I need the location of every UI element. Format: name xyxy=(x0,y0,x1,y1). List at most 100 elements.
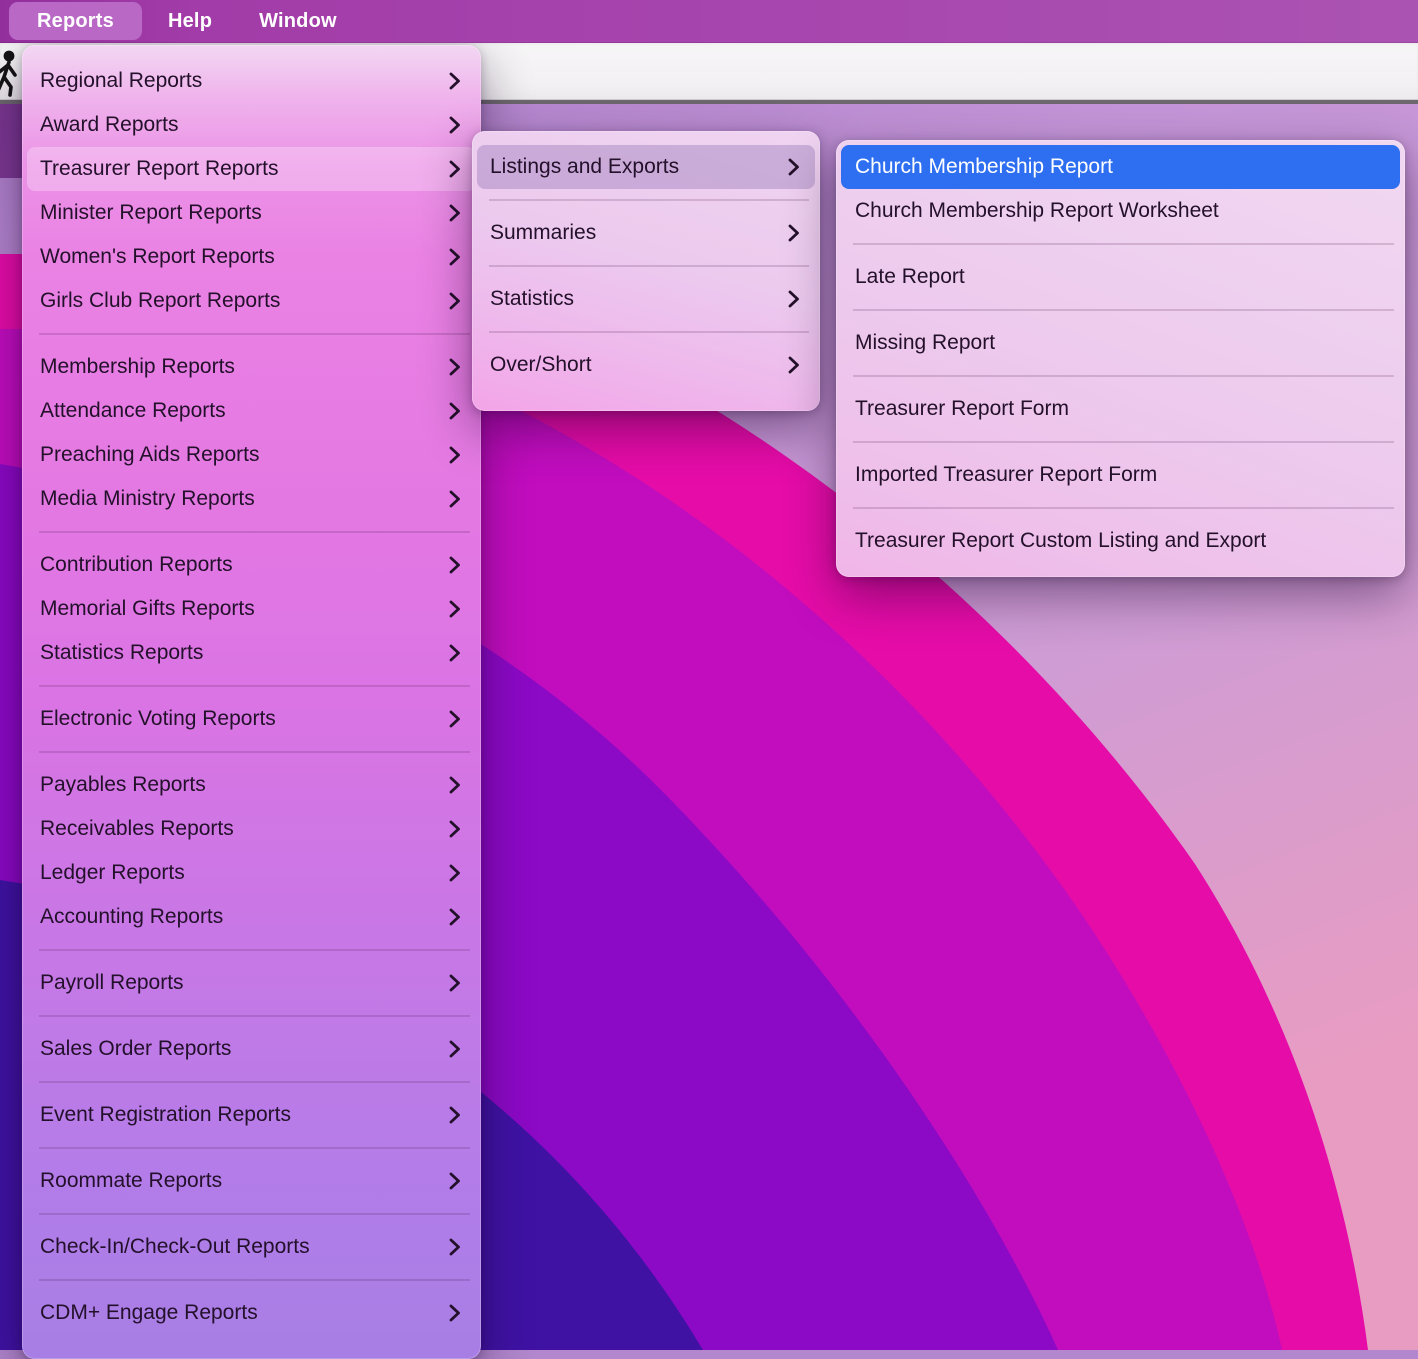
submenu-chevron-icon xyxy=(448,202,461,224)
menu-item-electronic-voting-reports[interactable]: Electronic Voting Reports xyxy=(27,697,476,741)
menu-item-media-ministry-reports[interactable]: Media Ministry Reports xyxy=(27,477,476,521)
menu-item-label: Missing Report xyxy=(855,331,1385,355)
menu-item-label: Accounting Reports xyxy=(40,905,434,929)
submenu-chevron-icon xyxy=(448,356,461,378)
menu-item-label: CDM+ Engage Reports xyxy=(40,1301,434,1325)
menu-item-label: Treasurer Report Form xyxy=(855,397,1385,421)
menu-item-statistics[interactable]: Statistics xyxy=(477,277,815,321)
menubar-item-window[interactable]: Window xyxy=(238,0,358,42)
menu-item-membership-reports[interactable]: Membership Reports xyxy=(27,345,476,389)
submenu-chevron-icon xyxy=(448,1038,461,1060)
menu-item-listings-and-exports[interactable]: Listings and Exports xyxy=(477,145,815,189)
menu-item-treasurer-report-reports[interactable]: Treasurer Report Reports xyxy=(27,147,476,191)
menu-item-label: Treasurer Report Reports xyxy=(40,157,434,181)
menu-item-statistics-reports[interactable]: Statistics Reports xyxy=(27,631,476,675)
menu-item-womens-report-reports[interactable]: Women's Report Reports xyxy=(27,235,476,279)
walking-person-icon xyxy=(0,48,21,98)
menu-item-label: Ledger Reports xyxy=(40,861,434,885)
menu-separator xyxy=(836,365,1405,387)
menu-item-label: Church Membership Report Worksheet xyxy=(855,199,1385,223)
menu-separator xyxy=(836,497,1405,519)
menu-item-label: Event Registration Reports xyxy=(40,1103,434,1127)
menu-item-label: Media Ministry Reports xyxy=(40,487,434,511)
menu-item-accounting-reports[interactable]: Accounting Reports xyxy=(27,895,476,939)
menu-item-treasurer-report-custom-listing-and-export[interactable]: Treasurer Report Custom Listing and Expo… xyxy=(841,519,1400,563)
menubar-item-label: Help xyxy=(168,10,212,33)
menu-item-label: Statistics xyxy=(490,287,773,311)
menu-item-missing-report[interactable]: Missing Report xyxy=(841,321,1400,365)
submenu-chevron-icon xyxy=(448,642,461,664)
menu-item-label: Memorial Gifts Reports xyxy=(40,597,434,621)
menu-item-preaching-aids-reports[interactable]: Preaching Aids Reports xyxy=(27,433,476,477)
menubar-item-help[interactable]: Help xyxy=(147,0,233,42)
menu-item-treasurer-report-form[interactable]: Treasurer Report Form xyxy=(841,387,1400,431)
menu-item-church-membership-report-worksheet[interactable]: Church Membership Report Worksheet xyxy=(841,189,1400,233)
menu-item-sales-order-reports[interactable]: Sales Order Reports xyxy=(27,1027,476,1071)
menu-separator xyxy=(22,1071,481,1093)
menu-separator xyxy=(836,299,1405,321)
submenu-chevron-icon xyxy=(448,158,461,180)
menu-item-cdm-engage-reports[interactable]: CDM+ Engage Reports xyxy=(27,1291,476,1335)
menubar-item-reports[interactable]: Reports xyxy=(9,2,142,40)
menu-item-label: Attendance Reports xyxy=(40,399,434,423)
submenu-chevron-icon xyxy=(787,354,800,376)
submenu-chevron-icon xyxy=(787,222,800,244)
menu-item-label: Award Reports xyxy=(40,113,434,137)
menu-separator xyxy=(22,1005,481,1027)
menu-item-label: Girls Club Report Reports xyxy=(40,289,434,313)
menu-item-imported-treasurer-report-form[interactable]: Imported Treasurer Report Form xyxy=(841,453,1400,497)
menu-item-late-report[interactable]: Late Report xyxy=(841,255,1400,299)
menubar-item-label: Reports xyxy=(37,10,114,33)
menu-item-minister-report-reports[interactable]: Minister Report Reports xyxy=(27,191,476,235)
submenu-chevron-icon xyxy=(448,114,461,136)
menu-item-label: Preaching Aids Reports xyxy=(40,443,434,467)
menu-separator xyxy=(472,189,820,211)
submenu-chevron-icon xyxy=(448,554,461,576)
menu-item-ledger-reports[interactable]: Ledger Reports xyxy=(27,851,476,895)
menu-item-label: Contribution Reports xyxy=(40,553,434,577)
menu-item-label: Electronic Voting Reports xyxy=(40,707,434,731)
menu-item-label: Listings and Exports xyxy=(490,155,773,179)
menu-item-church-membership-report[interactable]: Church Membership Report xyxy=(841,145,1400,189)
menu-item-payables-reports[interactable]: Payables Reports xyxy=(27,763,476,807)
menu-separator xyxy=(22,1137,481,1159)
submenu-chevron-icon xyxy=(448,246,461,268)
submenu-chevron-icon xyxy=(448,972,461,994)
menu-item-award-reports[interactable]: Award Reports xyxy=(27,103,476,147)
submenu-chevron-icon xyxy=(787,288,800,310)
menu-item-label: Membership Reports xyxy=(40,355,434,379)
menu-item-regional-reports[interactable]: Regional Reports xyxy=(27,59,476,103)
menu-separator xyxy=(472,255,820,277)
menu-item-label: Sales Order Reports xyxy=(40,1037,434,1061)
menu-item-girls-club-report-reports[interactable]: Girls Club Report Reports xyxy=(27,279,476,323)
submenu-chevron-icon xyxy=(448,1302,461,1324)
menu-item-over-short[interactable]: Over/Short xyxy=(477,343,815,387)
menu-separator xyxy=(22,741,481,763)
menu-item-label: Imported Treasurer Report Form xyxy=(855,463,1385,487)
listings-and-exports-submenu: Church Membership Report Church Membersh… xyxy=(836,140,1405,577)
menu-item-contribution-reports[interactable]: Contribution Reports xyxy=(27,543,476,587)
menu-item-event-registration-reports[interactable]: Event Registration Reports xyxy=(27,1093,476,1137)
menu-item-check-in-check-out-reports[interactable]: Check-In/Check-Out Reports xyxy=(27,1225,476,1269)
menu-item-payroll-reports[interactable]: Payroll Reports xyxy=(27,961,476,1005)
submenu-chevron-icon xyxy=(448,818,461,840)
submenu-chevron-icon xyxy=(787,156,800,178)
menu-item-roommate-reports[interactable]: Roommate Reports xyxy=(27,1159,476,1203)
menu-item-receivables-reports[interactable]: Receivables Reports xyxy=(27,807,476,851)
menu-item-attendance-reports[interactable]: Attendance Reports xyxy=(27,389,476,433)
reports-dropdown-menu: Regional Reports Award Reports Treasurer… xyxy=(22,45,481,1359)
menu-separator xyxy=(22,939,481,961)
menubar-item-label: Window xyxy=(259,10,337,33)
submenu-chevron-icon xyxy=(448,1170,461,1192)
menu-separator xyxy=(836,233,1405,255)
submenu-chevron-icon xyxy=(448,598,461,620)
menu-separator xyxy=(836,431,1405,453)
menu-item-summaries[interactable]: Summaries xyxy=(477,211,815,255)
menu-item-label: Treasurer Report Custom Listing and Expo… xyxy=(855,529,1385,553)
submenu-chevron-icon xyxy=(448,290,461,312)
menu-item-label: Statistics Reports xyxy=(40,641,434,665)
submenu-chevron-icon xyxy=(448,444,461,466)
submenu-chevron-icon xyxy=(448,1236,461,1258)
submenu-chevron-icon xyxy=(448,774,461,796)
menu-item-memorial-gifts-reports[interactable]: Memorial Gifts Reports xyxy=(27,587,476,631)
